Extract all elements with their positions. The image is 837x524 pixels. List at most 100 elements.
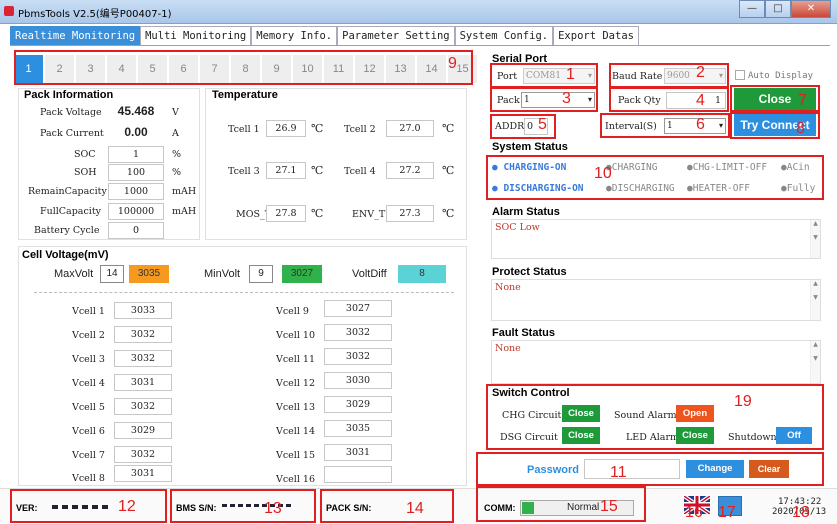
annotation-number: 4: [696, 92, 705, 109]
annotation-number: 2: [696, 64, 705, 81]
vcell-value: 3032: [114, 446, 172, 463]
annotation-number: 12: [118, 498, 136, 515]
pack-voltage-value: 45.468: [108, 104, 164, 121]
tab-export-datas[interactable]: Export Datas: [553, 26, 639, 46]
alarm-status-value: SOC Low: [495, 222, 540, 233]
annotation-number: 10: [594, 165, 612, 182]
annotation-number: 6: [696, 116, 705, 133]
tcell4-label: Tcell 4: [344, 166, 376, 177]
vcell-label: Vcell 12: [276, 378, 315, 389]
pack-current-unit: A: [172, 128, 179, 139]
remain-capacity-unit: mAH: [172, 186, 197, 197]
vcell-value: 3031: [114, 465, 172, 482]
soc-label: SOC: [74, 149, 96, 160]
annotation-number: 18: [792, 504, 810, 521]
tab-memory-info[interactable]: Memory Info.: [251, 26, 338, 46]
scrollbar[interactable]: ▲ ▼: [810, 280, 820, 320]
annotation-box-9: [14, 50, 473, 85]
vcell-value: 3033: [114, 302, 172, 319]
vcell-value: 3027: [324, 300, 392, 317]
full-capacity-label: FullCapacity: [40, 206, 102, 217]
vcell-label: Vcell 7: [72, 450, 105, 461]
annotation-number: 14: [406, 500, 424, 517]
tcell2-value: 27.0: [386, 120, 434, 137]
vcell-label: Vcell 8: [72, 473, 105, 484]
title-bar: PbmsTools V2.5(编号P00407-1) — □ ✕: [0, 0, 837, 24]
max-volt-label: MaxVolt: [54, 268, 94, 280]
vcell-label: Vcell 1: [72, 306, 105, 317]
vcell-label: Vcell 15: [276, 450, 315, 461]
annotation-number: 19: [734, 393, 752, 410]
annotation-box-3: [490, 87, 598, 112]
annotation-number: 3: [562, 90, 571, 107]
vcell-label: Vcell 14: [276, 426, 315, 437]
alarm-status-text: SOC Low ▲ ▼: [491, 219, 821, 259]
annotation-box-6: [600, 113, 730, 138]
annotation-number: 1: [566, 66, 575, 83]
minimize-button[interactable]: —: [739, 0, 765, 18]
vcell-label: Vcell 10: [276, 330, 315, 341]
soh-value: 100: [108, 164, 164, 181]
annotation-number: 7: [798, 92, 807, 109]
full-capacity-unit: mAH: [172, 206, 197, 217]
fault-status-value: None: [495, 343, 521, 354]
max-volt-value: 3035: [129, 265, 169, 283]
pack-voltage-label: Pack Voltage: [40, 107, 102, 118]
tcell1-label: Tcell 1: [228, 124, 260, 135]
min-volt-label: MinVolt: [204, 268, 241, 280]
min-volt-value: 3027: [282, 265, 322, 283]
tcell4-value: 27.2: [386, 162, 434, 179]
env-temp-value: 27.3: [386, 205, 434, 222]
tcell2-unit: ℃: [442, 122, 455, 135]
tcell3-label: Tcell 3: [228, 166, 260, 177]
annotation-box-15: [476, 486, 646, 522]
soc-value: 1: [108, 146, 164, 163]
annotation-number: 15: [600, 498, 618, 515]
tab-divider: [10, 45, 830, 46]
annotation-number: 11: [610, 464, 627, 481]
remain-capacity-value: 1000: [108, 183, 164, 200]
vcell-label: Vcell 16: [276, 474, 315, 485]
maximize-button[interactable]: □: [765, 0, 791, 18]
annotation-box-14: [320, 489, 454, 523]
soh-unit: %: [172, 167, 182, 178]
soc-unit: %: [172, 149, 182, 160]
auto-display-label: Auto Display: [748, 71, 814, 81]
protect-status-text: None ▲ ▼: [491, 279, 821, 321]
vcell-label: Vcell 13: [276, 402, 315, 413]
window-title: PbmsTools V2.5(编号P00407-1): [18, 9, 172, 20]
vcell-label: Vcell 4: [72, 378, 105, 389]
tab-realtime-monitoring[interactable]: Realtime Monitoring: [10, 26, 141, 46]
scrollbar[interactable]: ▲ ▼: [810, 341, 820, 383]
protect-status-value: None: [495, 282, 521, 293]
fault-status-title: Fault Status: [492, 327, 555, 339]
cell-divider: [34, 292, 454, 293]
tab-multi-monitoring[interactable]: Multi Monitoring: [140, 26, 252, 46]
vcell-value: 3032: [324, 324, 392, 341]
vcell-value: 3029: [324, 396, 392, 413]
vcell-label: Vcell 5: [72, 402, 105, 413]
vcell-value: 3032: [114, 326, 172, 343]
volt-diff-value: 8: [398, 265, 446, 283]
vcell-label: Vcell 9: [276, 306, 309, 317]
vcell-value: 3032: [114, 350, 172, 367]
annotation-box-4: [609, 87, 729, 112]
scrollbar[interactable]: ▲ ▼: [810, 220, 820, 258]
vcell-label: Vcell 6: [72, 426, 105, 437]
annotation-box-2: [609, 63, 729, 88]
fault-status-text: None ▲ ▼: [491, 340, 821, 384]
remain-capacity-label: RemainCapacity: [28, 186, 107, 197]
mos-temp-unit: ℃: [311, 207, 324, 220]
main-tabs: Realtime Monitoring Multi Monitoring Mem…: [10, 26, 639, 46]
auto-display-checkbox[interactable]: [735, 70, 745, 80]
annotation-number: 16: [685, 504, 703, 521]
battery-cycle-label: Battery Cycle: [34, 225, 100, 236]
annotation-box-8: [730, 112, 820, 139]
tab-system-config[interactable]: System Config.: [454, 26, 554, 46]
close-window-button[interactable]: ✕: [791, 0, 831, 18]
tab-parameter-setting[interactable]: Parameter Setting: [337, 26, 455, 46]
protect-status-title: Protect Status: [492, 266, 567, 278]
tcell3-value: 27.1: [266, 162, 306, 179]
app-icon: [4, 6, 14, 16]
annotation-number: 9: [448, 55, 457, 72]
